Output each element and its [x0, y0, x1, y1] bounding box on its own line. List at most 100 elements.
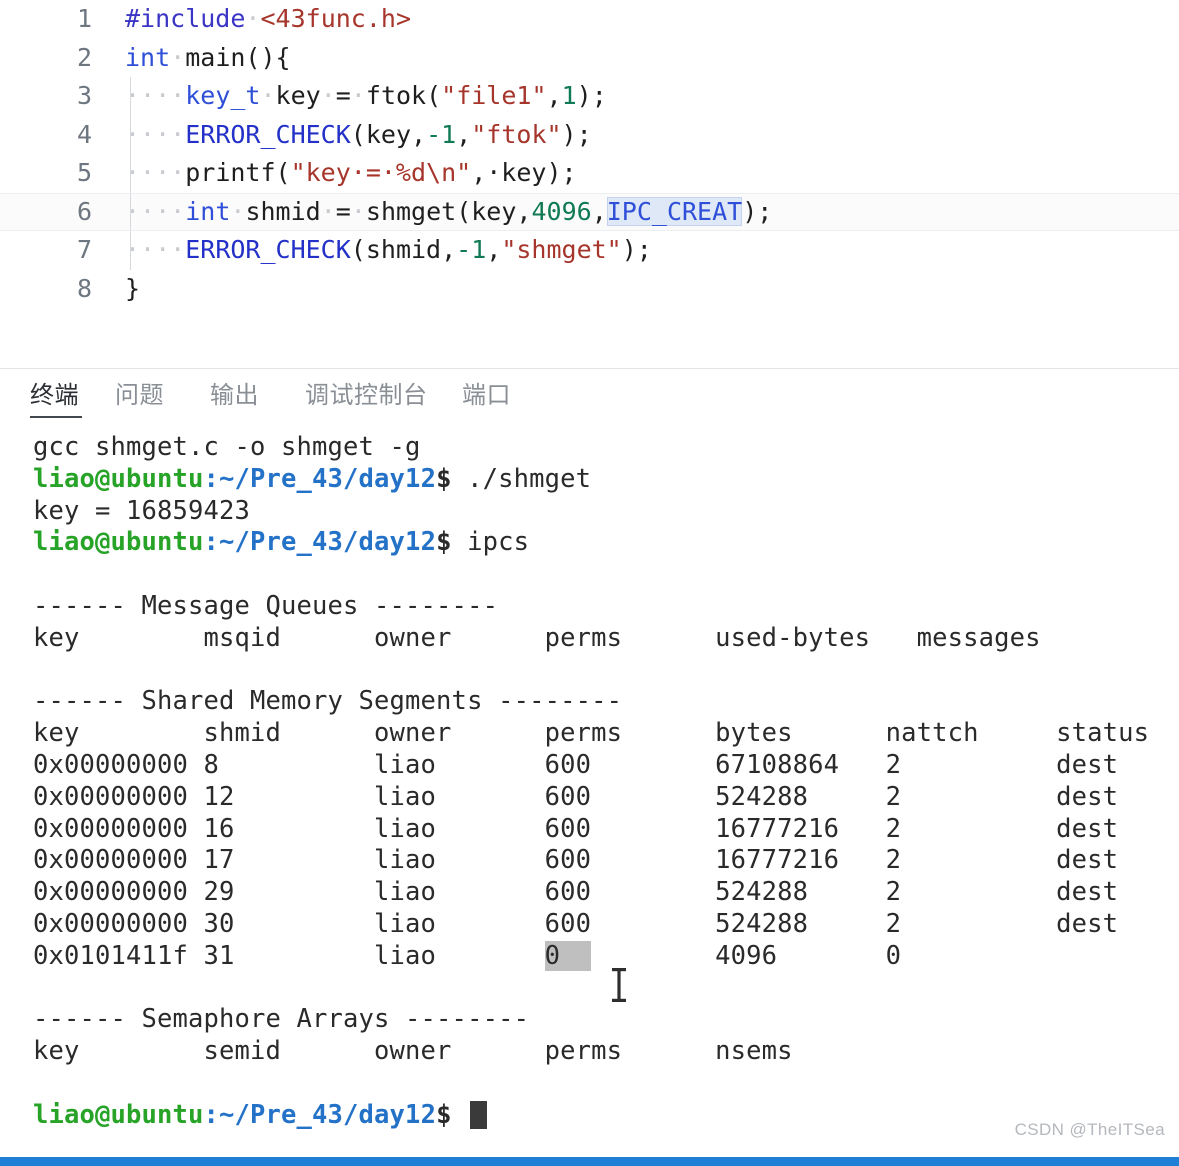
- code-token: );: [576, 81, 607, 110]
- indent-whitespace: ····: [125, 235, 186, 264]
- code-line[interactable]: 5 ····printf("key·=·%d\n",·key);: [0, 154, 1179, 193]
- terminal-line: 0x00000000 30 liao 600 524288 2 dest: [0, 909, 1179, 941]
- code-token: =: [335, 81, 351, 110]
- terminal-text: 0x00000000 12 liao 600 524288 2 dest: [33, 781, 1119, 812]
- terminal-text: key msqid owner perms used-bytes message…: [33, 622, 1041, 653]
- terminal-line: key = 16859423: [0, 496, 1179, 528]
- code-token: );: [742, 196, 773, 226]
- code-line[interactable]: 3 ····key_t·key·=·ftok("file1",1);: [0, 77, 1179, 116]
- code-token: key_t: [185, 81, 261, 110]
- panel-tab-2[interactable]: 输出: [210, 369, 262, 423]
- code-token: ,: [546, 81, 562, 110]
- terminal-text: 0x00000000 16 liao 600 16777216 2 dest: [33, 813, 1119, 844]
- code-line[interactable]: 2 int·main(){: [0, 39, 1179, 78]
- code-lines-container: 1 #include·<43func.h> 2 int·main(){3 ····key…: [0, 0, 1179, 308]
- terminal-text: 4096 0: [591, 940, 902, 971]
- terminal-text: ------ Message Queues --------: [33, 590, 499, 621]
- csdn-watermark: CSDN @TheITSea: [1014, 1120, 1165, 1139]
- code-text: #include·<43func.h>: [125, 0, 411, 39]
- terminal-line: 0x00000000 12 liao 600 524288 2 dest: [0, 782, 1179, 814]
- panel-tab-4[interactable]: 端口: [462, 369, 514, 423]
- code-token: shmid: [245, 196, 321, 226]
- indent-whitespace: ····: [125, 158, 186, 187]
- code-token: -1: [456, 235, 487, 264]
- prompt-dollar: $: [436, 463, 452, 494]
- terminal-text: key = 16859423: [33, 495, 251, 526]
- terminal-line: ------ Message Queues --------: [0, 591, 1179, 623]
- prompt-path: :~/Pre_43/day12: [203, 463, 437, 494]
- terminal-lines-container: gcc shmget.c -o shmget -g liao@ubuntu:~/P…: [0, 432, 1179, 1132]
- code-editor[interactable]: int main(){ 1#include·<43func.h>2int·mai…: [0, 0, 1179, 368]
- code-token: ·: [230, 196, 246, 226]
- line-number: 2: [76, 42, 92, 72]
- code-token: "shmget": [501, 235, 622, 264]
- code-token: shmget(key,: [365, 196, 532, 226]
- code-token: (key,: [350, 119, 427, 149]
- code-token: <43func.h>: [260, 4, 411, 33]
- code-token: ·: [350, 81, 366, 110]
- code-token: (shmid,: [350, 235, 457, 264]
- bottom-status-bar: [0, 1157, 1179, 1166]
- panel-tab-3[interactable]: 调试控制台: [305, 369, 433, 423]
- terminal-line: 0x00000000 16 liao 600 16777216 2 dest: [0, 814, 1179, 846]
- terminal-line: ------ Semaphore Arrays --------: [0, 1004, 1179, 1036]
- code-token: "file1": [441, 81, 547, 110]
- code-text: ····printf("key·=·%d\n",·key);: [125, 154, 577, 193]
- line-number: 6: [76, 196, 92, 226]
- terminal-command: [452, 1100, 468, 1130]
- terminal-text: 0x00000000 17 liao 600 16777216 2 dest: [33, 845, 1119, 876]
- code-line[interactable]: 4 ····ERROR_CHECK(key,-1,"ftok");: [0, 115, 1179, 154]
- code-line[interactable]: 1 #include·<43func.h>: [0, 0, 1179, 39]
- code-line[interactable]: 7 ····ERROR_CHECK(shmid,-1,"shmget");: [0, 231, 1179, 270]
- terminal-text: key semid owner perms nsems: [33, 1036, 793, 1067]
- indent-whitespace: ····: [125, 196, 186, 226]
- code-token: #include: [125, 4, 246, 33]
- terminal-line: 0x00000000 8 liao 600 67108864 2 dest: [0, 750, 1179, 782]
- selected-perms-value: 0: [544, 940, 592, 971]
- terminal-text: 0x00000000 29 liao 600 524288 2 dest: [33, 877, 1119, 908]
- line-number: 8: [76, 273, 92, 303]
- terminal-text: gcc shmget.c -o shmget -g: [33, 432, 421, 462]
- terminal-output[interactable]: gcc shmget.c -o shmget -g liao@ubuntu:~/P…: [0, 432, 1179, 1158]
- prompt-user-host: liao@ubuntu: [33, 1099, 204, 1130]
- terminal-text: 0x0101411f 31 liao: [33, 940, 545, 971]
- terminal-text: 0x00000000 8 liao 600 67108864 2 dest: [33, 749, 1119, 780]
- indent-whitespace: ····: [125, 119, 186, 149]
- prompt-path: :~/Pre_43/day12: [203, 527, 437, 558]
- prompt-path: :~/Pre_43/day12: [203, 1099, 437, 1130]
- code-token: ftok(: [365, 81, 442, 110]
- code-text: ····int·shmid·=·shmget(key,4096,IPC_CREA…: [125, 194, 772, 231]
- code-token: ·: [350, 196, 366, 226]
- code-line[interactable]: 8}: [0, 270, 1179, 309]
- terminal-line: liao@ubuntu:~/Pre_43/day12$: [0, 1100, 1179, 1132]
- code-token: =: [335, 196, 351, 226]
- code-token: );: [561, 119, 592, 149]
- code-token: printf(: [185, 158, 291, 187]
- prompt-user-host: liao@ubuntu: [33, 463, 204, 494]
- terminal-command: ipcs: [451, 527, 530, 558]
- code-token: }: [125, 273, 141, 303]
- terminal-line: key msqid owner perms used-bytes message…: [0, 623, 1179, 655]
- code-token: ,: [591, 196, 607, 226]
- code-line[interactable]: 6 ····int·shmid·=·shmget(key,4096,IPC_CRE…: [0, 192, 1179, 231]
- code-token: 1: [561, 81, 577, 110]
- code-token: ·: [320, 81, 336, 110]
- code-token: -1: [426, 119, 457, 149]
- panel-tab-1[interactable]: 问题: [115, 369, 167, 423]
- line-number: 4: [76, 119, 92, 149]
- terminal-text: key shmid owner perms bytes nattch statu…: [33, 718, 1150, 749]
- prompt-user-host: liao@ubuntu: [33, 527, 204, 558]
- code-text: }: [125, 270, 140, 309]
- panel-tab-0[interactable]: 终端: [30, 369, 82, 423]
- code-token: key: [275, 81, 321, 110]
- code-token: );: [621, 235, 652, 264]
- line-number: 7: [76, 235, 92, 264]
- terminal-line: key shmid owner perms bytes nattch statu…: [0, 718, 1179, 750]
- terminal-line: 0x00000000 29 liao 600 524288 2 dest: [0, 877, 1179, 909]
- terminal-line: ------ Shared Memory Segments --------: [0, 686, 1179, 718]
- code-token: 4096: [531, 196, 592, 226]
- terminal-line: gcc shmget.c -o shmget -g: [0, 432, 1179, 464]
